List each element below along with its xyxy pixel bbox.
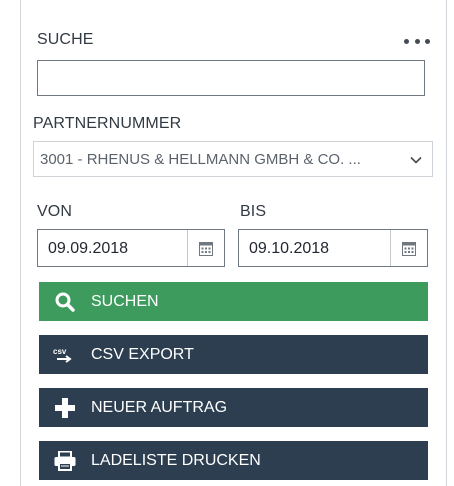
print-loading-list-button[interactable]: LADELISTE DRUCKEN — [39, 441, 428, 480]
chevron-down-icon — [410, 156, 422, 164]
from-date-field[interactable]: 09.09.2018 — [37, 229, 225, 267]
to-date-field[interactable]: 09.10.2018 — [238, 229, 428, 267]
to-date-calendar-button[interactable] — [390, 230, 427, 266]
new-order-label: NEUER AUFTRAG — [91, 398, 228, 416]
csv-export-label: CSV EXPORT — [91, 345, 194, 363]
filter-panel: SUCHE PARTNERNUMMER 3001 - RHENUS & HELL… — [20, 0, 447, 486]
dot — [425, 38, 430, 44]
partner-number-value: 3001 - RHENUS & HELLMANN GMBH & CO. ... — [40, 151, 361, 168]
printer-icon — [53, 449, 77, 473]
svg-text:csv: csv — [53, 347, 67, 356]
more-options-icon[interactable] — [404, 37, 430, 45]
partner-number-select[interactable]: 3001 - RHENUS & HELLMANN GMBH & CO. ... — [33, 141, 433, 177]
dot — [404, 38, 409, 44]
print-loading-list-label: LADELISTE DRUCKEN — [91, 451, 261, 469]
calendar-icon — [199, 241, 213, 256]
to-date-value: 09.10.2018 — [249, 240, 330, 257]
search-input[interactable] — [37, 60, 425, 96]
search-label: SUCHE — [37, 31, 94, 48]
search-button[interactable]: SUCHEN — [39, 282, 428, 321]
dot — [414, 38, 420, 44]
csv-export-icon: csv — [53, 343, 77, 367]
csv-export-button[interactable]: csv CSV EXPORT — [39, 335, 428, 374]
from-date-calendar-button[interactable] — [187, 230, 224, 266]
new-order-button[interactable]: NEUER AUFTRAG — [39, 388, 428, 427]
to-date-label: BIS — [240, 203, 267, 220]
calendar-icon — [402, 241, 416, 256]
from-date-label: VON — [37, 203, 72, 220]
partner-number-label: PARTNERNUMMER — [33, 115, 182, 132]
search-icon — [53, 290, 77, 314]
from-date-value: 09.09.2018 — [48, 240, 129, 257]
search-button-label: SUCHEN — [91, 292, 159, 310]
plus-icon — [53, 396, 77, 420]
